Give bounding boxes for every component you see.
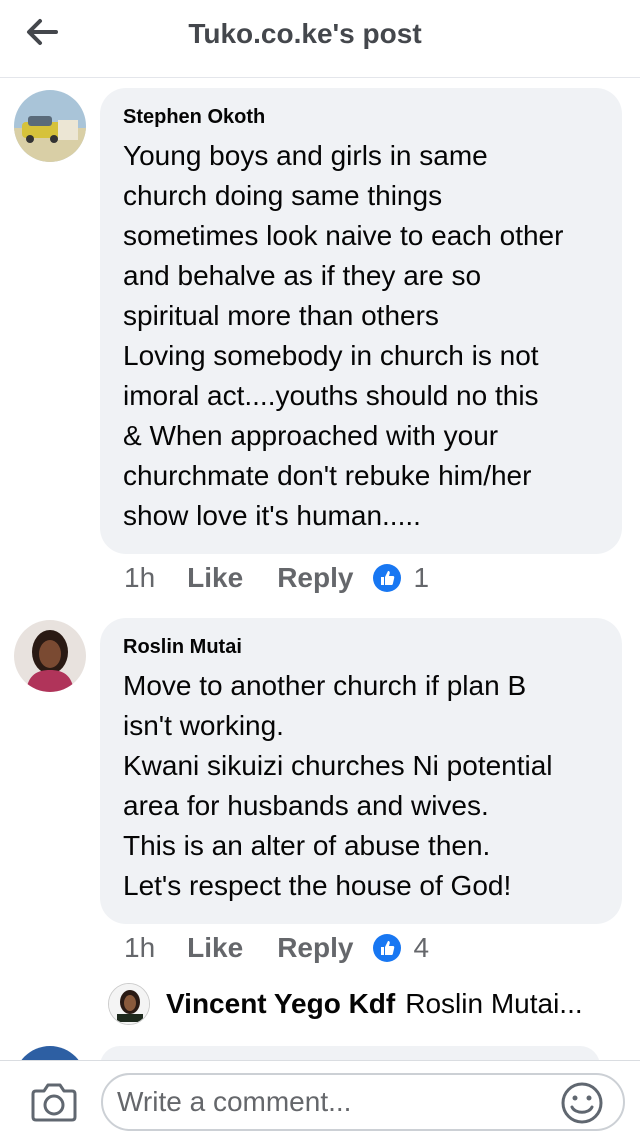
thumbs-up-icon[interactable] xyxy=(373,934,402,962)
comment-bubble[interactable]: Stephen Okoth Young boys and girls in sa… xyxy=(100,88,622,554)
comment-time[interactable]: 1h xyxy=(124,932,155,964)
comment-input[interactable] xyxy=(101,1073,625,1131)
comment-bubble[interactable]: Roslin Mutai Move to another church if p… xyxy=(100,618,622,924)
emoji-icon xyxy=(561,1082,603,1124)
reply-button[interactable]: Reply xyxy=(277,932,353,964)
reaction-count[interactable]: 4 xyxy=(413,932,429,964)
comment-text: Young boys and girls in same church doin… xyxy=(123,140,564,531)
like-button[interactable]: Like xyxy=(187,932,243,964)
reply-avatar xyxy=(108,983,150,1025)
reply-text: Roslin Mutai... xyxy=(405,988,583,1019)
comment-author[interactable]: Stephen Okoth xyxy=(123,104,600,130)
thumbs-up-icon[interactable] xyxy=(373,564,402,592)
comment-author[interactable]: Roslin Mutai xyxy=(123,634,600,660)
comment-actions: 1h Like Reply 1 xyxy=(124,558,429,598)
avatar-image xyxy=(14,90,86,162)
avatar[interactable] xyxy=(14,620,86,692)
comment-text: Move to another church if plan B isn't w… xyxy=(123,670,553,901)
top-bar: Tuko.co.ke's post xyxy=(0,0,640,78)
page-title: Tuko.co.ke's post xyxy=(188,18,422,49)
reply-preview[interactable]: Vincent Yego Kdf Roslin Mutai... xyxy=(108,982,608,1026)
comment-actions: 1h Like Reply 4 xyxy=(124,928,429,968)
comment-composer xyxy=(0,1060,640,1138)
reply-button[interactable]: Reply xyxy=(277,562,353,594)
avatar-image xyxy=(14,620,86,692)
camera-icon xyxy=(31,1083,77,1122)
reaction-count[interactable]: 1 xyxy=(413,562,429,594)
comment-time[interactable]: 1h xyxy=(124,562,155,594)
emoji-button[interactable] xyxy=(560,1081,604,1125)
like-button[interactable]: Like xyxy=(187,562,243,594)
avatar[interactable] xyxy=(14,90,86,162)
reply-author[interactable]: Vincent Yego Kdf xyxy=(166,988,395,1020)
camera-button[interactable] xyxy=(30,1079,78,1123)
